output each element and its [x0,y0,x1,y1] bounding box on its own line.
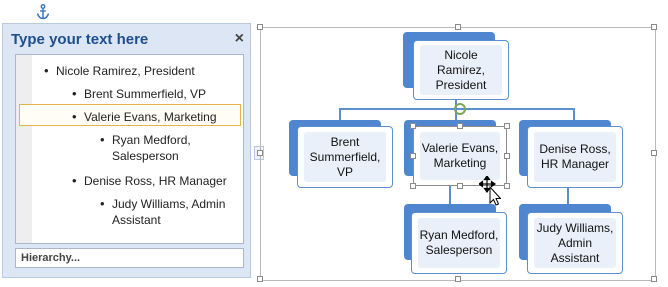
list-item-text: Valerie Evans, Marketing [84,110,217,124]
node-label: Nicole Ramirez, President [420,45,502,95]
resize-handle[interactable] [410,183,416,189]
bullet-icon: • [100,132,105,147]
node-label: Ryan Medford, Salesperson [418,218,500,268]
resize-handle[interactable] [651,24,657,30]
bullet-icon: • [72,109,77,124]
layout-name-link[interactable]: Hierarchy... [15,248,244,268]
text-list[interactable]: • Nicole Ramirez, President • Brent Summ… [15,54,244,244]
list-item[interactable]: • Nicole Ramirez, President [44,63,195,79]
node-label: Denise Ross, HR Manager [534,132,616,182]
list-item[interactable]: • Ryan Medford, Salesperson [100,132,222,164]
list-item-text: Denise Ross, HR Manager [84,174,227,188]
list-item[interactable]: • Denise Ross, HR Manager [72,173,227,189]
resize-handle[interactable] [257,150,263,156]
bullet-icon: • [100,196,105,211]
bullet-icon: • [44,63,49,78]
node-label: Valerie Evans, Marketing [420,132,500,180]
bullet-icon: • [72,173,77,188]
list-item[interactable]: • Valerie Evans, Marketing [72,109,217,125]
resize-handle[interactable] [457,183,463,189]
list-item-text: Brent Summerfield, VP [84,87,207,101]
resize-handle[interactable] [651,276,657,282]
node-president[interactable]: Nicole Ramirez, President [413,40,509,100]
resize-handle[interactable] [651,150,657,156]
smartart-canvas[interactable]: Nicole Ramirez, President Brent Summerfi… [257,24,657,282]
resize-handle[interactable] [257,24,263,30]
text-pane: Type your text here × • Nicole Ramirez, … [2,23,251,278]
node-sales[interactable]: Ryan Medford, Salesperson [411,212,507,274]
resize-handle[interactable] [455,276,461,282]
resize-handle[interactable] [504,153,510,159]
list-item-text: Judy Williams, Admin Assistant [112,197,226,227]
node-admin[interactable]: Judy Williams, Admin Assistant [527,212,623,274]
list-gutter [16,55,32,243]
close-icon[interactable]: × [235,30,244,48]
move-cursor-icon [479,176,501,206]
resize-handle[interactable] [410,153,416,159]
node-label: Judy Williams, Admin Assistant [534,218,616,268]
node-hr[interactable]: Denise Ross, HR Manager [527,126,623,188]
resize-handle[interactable] [457,123,463,129]
node-label: Brent Summerfield, VP [304,132,386,182]
list-item-text: Ryan Medford, Salesperson [112,133,191,163]
resize-handle[interactable] [455,24,461,30]
bullet-icon: • [72,86,77,101]
rotate-handle-icon[interactable] [454,103,466,115]
resize-handle[interactable] [504,183,510,189]
anchor-icon [36,4,50,20]
resize-handle[interactable] [410,123,416,129]
resize-handle[interactable] [257,276,263,282]
node-vp[interactable]: Brent Summerfield, VP [297,126,393,188]
resize-handle[interactable] [504,123,510,129]
list-item[interactable]: • Brent Summerfield, VP [72,86,207,102]
list-item[interactable]: • Judy Williams, Admin Assistant [100,196,237,228]
pane-title: Type your text here [11,31,149,48]
list-item-text: Nicole Ramirez, President [56,64,195,78]
